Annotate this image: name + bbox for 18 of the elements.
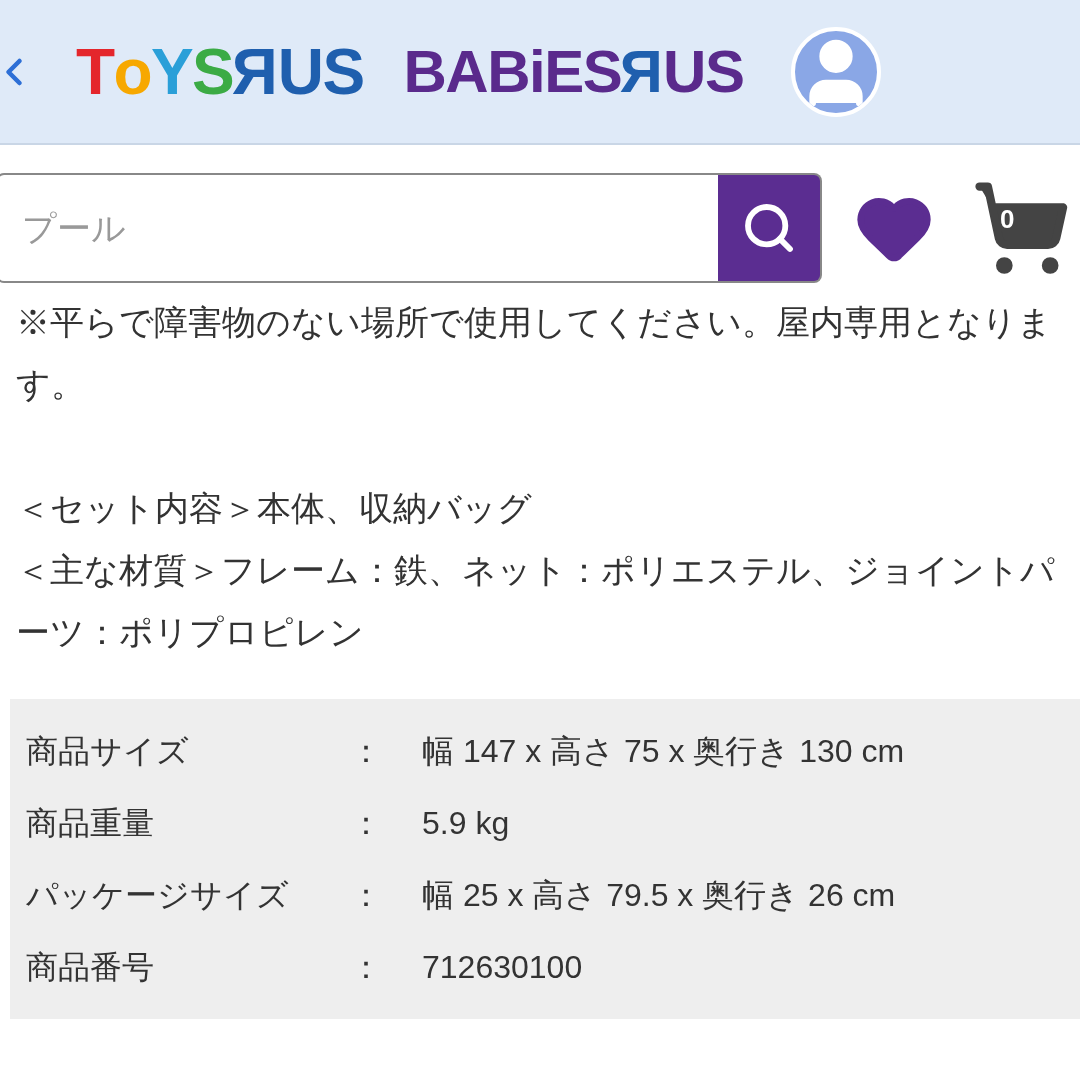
cart-count: 0 [1000,203,1015,236]
spec-label: 商品サイズ [25,732,190,771]
description-text: ※平らで障害物のない場所で使用してください。屋内専用となります。 [16,302,1053,405]
spec-separator: ： [350,732,383,771]
spec-separator: ： [350,948,383,987]
spec-value: 712630100 [422,948,583,987]
spec-label: 商品番号 [25,948,155,987]
description-text: ＜セット内容＞本体、収納バッグ [16,488,533,529]
spec-value: 幅 147 x 高さ 75 x 奥行き 130 cm [422,732,905,771]
babies-logo[interactable]: BABiESRUS [403,41,744,102]
spec-separator: ： [350,876,383,915]
spec-label: パッケージサイズ [25,876,290,915]
description-text: ＜主な材質＞フレーム：鉄、ネット：ポリエステル、ジョイントパーツ：ポリプロピレン [16,550,1056,653]
spec-value: 幅 25 x 高さ 79.5 x 奥行き 26 cm [422,876,896,915]
toys-logo[interactable]: ToYSRUS [76,39,364,104]
spec-value: 5.9 kg [422,804,510,843]
spec-separator: ： [350,804,383,843]
spec-label: 商品重量 [25,804,155,843]
